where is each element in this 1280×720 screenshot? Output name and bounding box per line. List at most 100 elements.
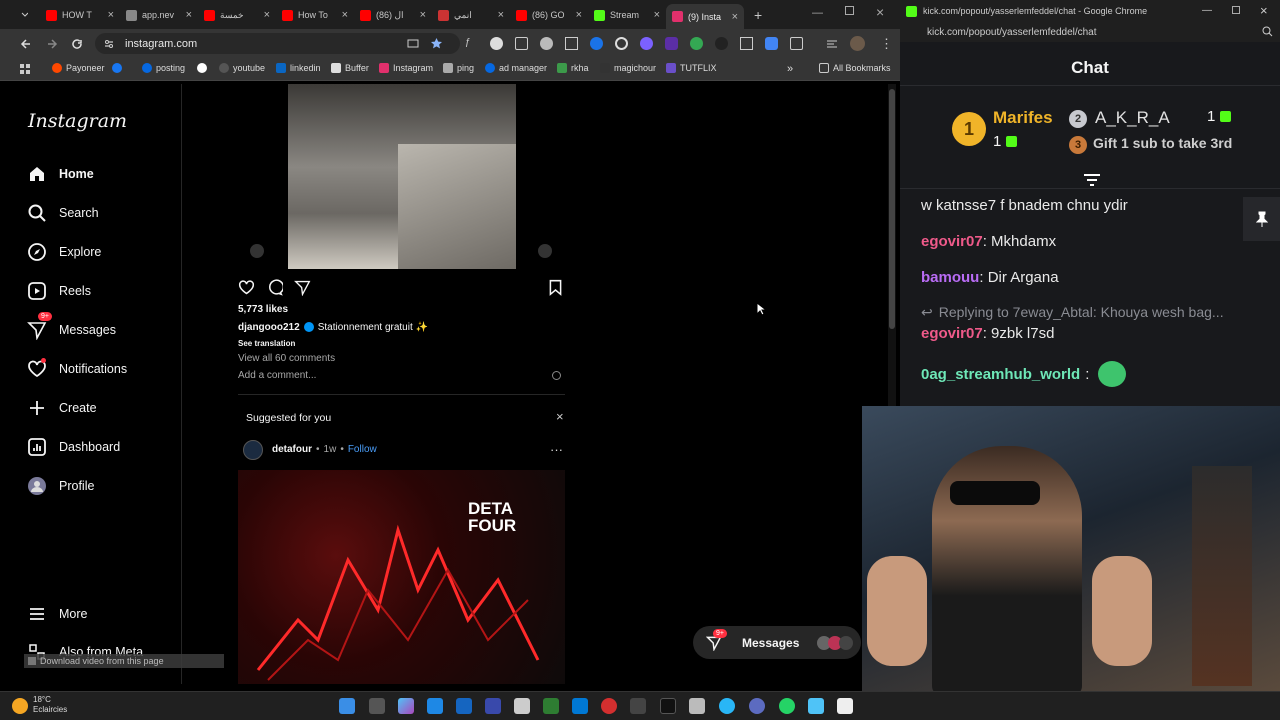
browser-tab[interactable]: انمي × [432, 4, 510, 26]
reload-icon[interactable] [71, 38, 83, 50]
app-icon[interactable] [630, 698, 646, 714]
browser-tab[interactable]: خمسة × [198, 4, 276, 26]
emoji-icon[interactable] [552, 371, 561, 380]
install-app-icon[interactable] [407, 38, 419, 50]
view-comments-link[interactable]: View all 60 comments [238, 353, 335, 364]
camera-extension-icon[interactable] [540, 37, 553, 50]
chat-username[interactable]: 0ag_streamhub_world [921, 366, 1080, 383]
dismiss-suggestions-icon[interactable]: × [556, 409, 564, 424]
bookmark-magichour[interactable]: magichour [600, 63, 656, 73]
zoom-icon[interactable] [1262, 26, 1273, 37]
extension-icon[interactable] [515, 37, 528, 50]
close-icon[interactable]: × [576, 9, 582, 21]
top-gifter-1[interactable]: Marifes [993, 108, 1053, 128]
app-icon[interactable] [456, 698, 472, 714]
close-window-button[interactable]: × [876, 4, 884, 20]
scrollbar-thumb[interactable] [889, 89, 895, 329]
maximize-button[interactable] [845, 6, 854, 15]
close-icon[interactable]: × [732, 11, 738, 23]
follow-button[interactable]: Follow [348, 444, 377, 455]
maximize-button[interactable] [1232, 6, 1240, 14]
suggested-username[interactable]: detafour [272, 444, 312, 455]
nav-reels[interactable]: Reels [27, 281, 91, 301]
copilot-icon[interactable] [398, 698, 414, 714]
nav-more[interactable]: More [27, 604, 87, 624]
photos-icon[interactable] [808, 698, 824, 714]
bookmark-rkha[interactable]: rkha [557, 63, 589, 73]
bookmark-facebook[interactable] [112, 63, 122, 73]
chat-username[interactable]: egovir07 [921, 325, 983, 342]
collapse-leaderboard-icon[interactable] [1083, 172, 1101, 188]
bookmark-star-icon[interactable] [430, 37, 443, 50]
link-extension-icon[interactable] [615, 37, 628, 50]
close-window-button[interactable]: × [1260, 3, 1268, 18]
bookmark-youtube[interactable]: youtube [219, 63, 265, 73]
nav-explore[interactable]: Explore [27, 242, 101, 262]
close-icon[interactable]: × [342, 9, 348, 21]
bookmark-posting[interactable]: posting [142, 63, 185, 73]
weather-widget[interactable]: 18°C Eclaircies [33, 695, 67, 715]
forward-arrow-icon[interactable] [46, 38, 58, 50]
suggested-user-avatar[interactable] [243, 440, 263, 460]
extension-icon[interactable] [490, 37, 503, 50]
browser-tab[interactable]: (86) ال × [354, 4, 432, 26]
file-explorer-icon[interactable] [514, 698, 530, 714]
puzzle-icon[interactable] [790, 37, 803, 50]
nav-dashboard[interactable]: Dashboard [27, 437, 120, 457]
gift-prompt[interactable]: Gift 1 sub to take 3rd [1093, 135, 1232, 151]
post-video[interactable] [288, 84, 516, 269]
outlook-icon[interactable] [572, 698, 588, 714]
address-bar[interactable]: instagram.com [95, 33, 460, 54]
browser-tab[interactable]: Stream × [588, 4, 666, 26]
bookmark-ad-manager[interactable]: ad manager [485, 63, 547, 73]
app-icon[interactable] [749, 698, 765, 714]
extension-icon[interactable] [765, 37, 778, 50]
share-icon[interactable] [294, 279, 311, 296]
post-options-icon[interactable]: ··· [550, 442, 563, 457]
app-icon[interactable] [485, 698, 501, 714]
browser-tab-active[interactable]: (9) Insta × [666, 4, 744, 29]
extension-icon[interactable] [565, 37, 578, 50]
all-bookmarks[interactable]: All Bookmarks [819, 63, 891, 73]
profile-avatar[interactable] [850, 36, 865, 51]
new-tab-button[interactable]: + [748, 4, 766, 26]
reading-list-icon[interactable] [826, 38, 838, 50]
extension-icon[interactable] [665, 37, 678, 50]
browser-tab[interactable]: HOW T × [40, 4, 120, 26]
comment-icon[interactable] [266, 279, 283, 296]
instagram-logo[interactable]: Instagram [28, 110, 127, 132]
close-icon[interactable]: × [264, 9, 270, 21]
bookmark-tutflix[interactable]: TUTFLIX [666, 63, 717, 73]
nav-messages[interactable]: Messages 9+ [27, 312, 116, 340]
save-bookmark-icon[interactable] [548, 279, 563, 296]
app-icon[interactable] [689, 698, 705, 714]
telegram-icon[interactable] [719, 698, 735, 714]
like-heart-icon[interactable] [238, 279, 255, 296]
reply-reference[interactable]: ↩ Replying to 7eway_Abtal: Khouya wesh ba… [921, 304, 1224, 321]
whatsapp-icon[interactable] [779, 698, 795, 714]
back-arrow-icon[interactable] [20, 38, 32, 50]
site-info-icon[interactable] [103, 38, 115, 50]
opera-icon[interactable] [601, 698, 617, 714]
see-translation-link[interactable]: See translation [238, 339, 295, 348]
windows-start-icon[interactable] [339, 698, 355, 714]
top-gifter-2[interactable]: A_K_R_A [1095, 108, 1170, 128]
browser-tab[interactable]: How To × [276, 4, 354, 26]
apps-grid-icon[interactable] [20, 64, 31, 75]
bookmark-ping[interactable]: ping [443, 63, 474, 73]
task-view-icon[interactable] [369, 698, 385, 714]
download-video-overlay[interactable]: Download video from this page [24, 654, 224, 668]
add-comment-input[interactable]: Add a comment... [238, 370, 563, 381]
close-icon[interactable]: × [498, 9, 504, 21]
bookmark-payoneer[interactable]: Payoneer [52, 63, 105, 73]
minimize-button[interactable]: — [812, 7, 823, 19]
minimize-button[interactable]: — [1202, 5, 1212, 16]
app-icon[interactable] [427, 698, 443, 714]
store-icon[interactable] [543, 698, 559, 714]
chat-username[interactable]: bamouu [921, 269, 979, 286]
tiktok-icon[interactable] [660, 698, 676, 714]
close-icon[interactable]: × [186, 9, 192, 21]
close-icon[interactable]: × [108, 9, 114, 21]
tagged-user-icon[interactable] [250, 244, 264, 258]
font-extension-icon[interactable]: ƒ [465, 37, 478, 50]
